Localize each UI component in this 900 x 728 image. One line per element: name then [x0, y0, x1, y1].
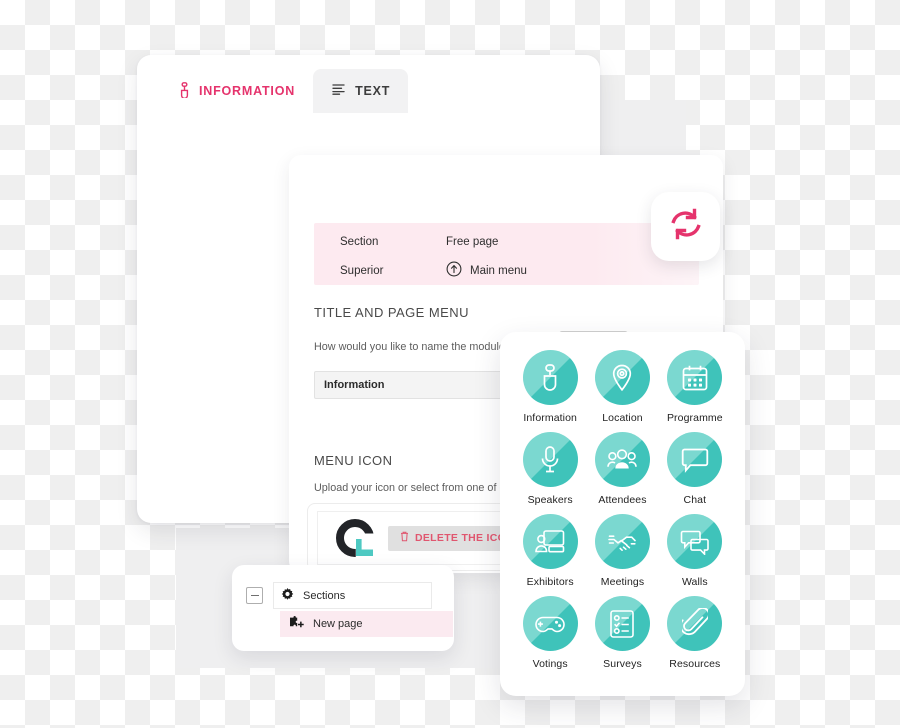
people-group-icon: [594, 432, 650, 487]
title-section-heading: TITLE AND PAGE MENU: [314, 305, 469, 320]
picker-item-label: Chat: [683, 494, 707, 506]
summary-key-superior: Superior: [340, 264, 384, 277]
picker-item-label: Votings: [532, 658, 568, 670]
sections-field[interactable]: Sections: [273, 582, 432, 609]
summary-value-section: Free page: [446, 236, 499, 248]
exhibitor-stand-icon: [522, 514, 578, 569]
picker-item-label: Surveys: [603, 658, 642, 670]
speech-bubble-icon: [667, 432, 723, 487]
module-name-value: Information: [324, 379, 385, 391]
picker-item-information[interactable]: Information: [514, 350, 586, 424]
tab-information-label: INFORMATION: [199, 84, 296, 98]
info-pin-icon: [179, 81, 190, 101]
picker-item-label: Programme: [666, 412, 723, 424]
picker-item-chat[interactable]: Chat: [659, 432, 731, 506]
picker-item-resources[interactable]: Resources: [659, 596, 731, 670]
picker-item-meetings[interactable]: Meetings: [586, 514, 658, 588]
picker-item-programme[interactable]: Programme: [659, 350, 731, 424]
gear-icon: [281, 587, 294, 604]
sections-tree-card: Sections New page: [232, 565, 454, 651]
tab-text-label: TEXT: [355, 84, 391, 98]
icon-section-subheading: Upload your icon or select from one of o…: [314, 482, 521, 494]
tree-row-new-page[interactable]: New page: [280, 611, 453, 637]
arrow-up-circle-icon: [446, 261, 462, 280]
picker-item-label: Information: [523, 412, 577, 424]
summary-key-section: Section: [340, 236, 379, 248]
trash-icon: [400, 531, 409, 545]
picker-item-walls[interactable]: Walls: [659, 514, 731, 588]
info-pin-icon: [522, 350, 578, 405]
icon-picker-panel: Information Location Programme Speakers …: [500, 332, 745, 696]
picker-item-attendees[interactable]: Attendees: [586, 432, 658, 506]
picker-item-label: Resources: [669, 658, 721, 670]
map-pin-icon: [594, 350, 650, 405]
summary-value-superior-wrap: Main menu: [446, 261, 527, 280]
sections-label: Sections: [303, 589, 346, 602]
two-bubbles-icon: [667, 514, 723, 569]
summary-row-superior: Superior Main menu: [340, 261, 527, 280]
picker-item-location[interactable]: Location: [586, 350, 658, 424]
checklist-icon: [594, 596, 650, 651]
module-name-input[interactable]: Information: [314, 371, 505, 399]
picker-item-speakers[interactable]: Speakers: [514, 432, 586, 506]
summary-row-section: Section Free page: [340, 236, 498, 248]
screenshot-stage: INFORMATION TEXT Section Free page Super…: [0, 0, 900, 728]
new-page-label: New page: [313, 618, 363, 630]
picker-item-label: Meetings: [600, 576, 645, 588]
microphone-icon: [522, 432, 578, 487]
refresh-sync-icon: [668, 206, 704, 247]
handshake-icon: [594, 514, 650, 569]
section-summary-band: Section Free page Superior Main menu: [314, 223, 699, 285]
picker-item-label: Attendees: [598, 494, 647, 506]
icon-section-heading: MENU ICON: [314, 453, 393, 468]
tab-bar: INFORMATION TEXT: [137, 69, 409, 113]
tab-information[interactable]: INFORMATION: [161, 69, 313, 113]
picker-item-votings[interactable]: Votings: [514, 596, 586, 670]
brand-c-logo-icon: [336, 519, 374, 557]
refresh-badge[interactable]: [651, 192, 720, 261]
tab-text[interactable]: TEXT: [313, 69, 409, 113]
summary-value-superior: Main menu: [470, 264, 527, 277]
picker-item-label: Speakers: [527, 494, 573, 506]
picker-item-label: Exhibitors: [526, 576, 574, 588]
minus-box-icon[interactable]: [246, 587, 263, 604]
picker-item-exhibitors[interactable]: Exhibitors: [514, 514, 586, 588]
tree-row-sections: Sections: [246, 582, 432, 609]
calendar-icon: [667, 350, 723, 405]
picker-item-surveys[interactable]: Surveys: [586, 596, 658, 670]
paperclip-icon: [667, 596, 723, 651]
text-lines-icon: [331, 83, 346, 99]
picker-item-label: Location: [602, 412, 643, 424]
picker-item-label: Walls: [681, 576, 708, 588]
puzzle-plus-icon: [289, 615, 304, 633]
icon-picker-grid: Information Location Programme Speakers …: [500, 350, 745, 670]
gamepad-icon: [522, 596, 578, 651]
